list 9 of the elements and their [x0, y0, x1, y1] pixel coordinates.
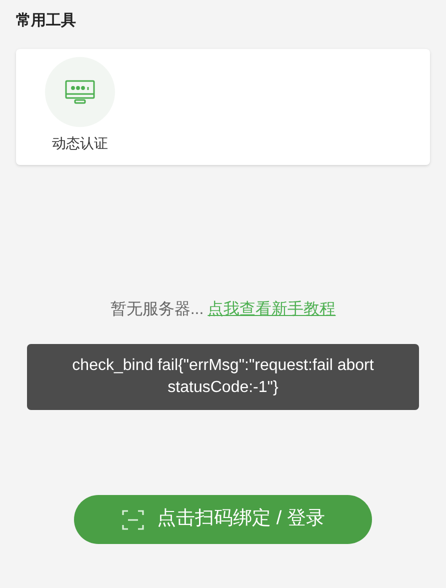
tool-label: 动态认证	[52, 134, 108, 153]
empty-state-text: 暂无服务器...	[110, 300, 204, 320]
error-toast: check_bind fail{"errMsg":"request:fail abort statusCode:-1"}	[27, 344, 419, 410]
scan-login-button[interactable]: 点击扫码绑定 / 登录	[74, 495, 372, 544]
monitor-icon	[64, 79, 96, 105]
scan-icon	[121, 508, 146, 532]
tutorial-link[interactable]: 点我查看新手教程	[208, 298, 336, 322]
section-title: 常用工具	[16, 11, 77, 31]
tool-item[interactable]: 动态认证	[44, 57, 116, 165]
